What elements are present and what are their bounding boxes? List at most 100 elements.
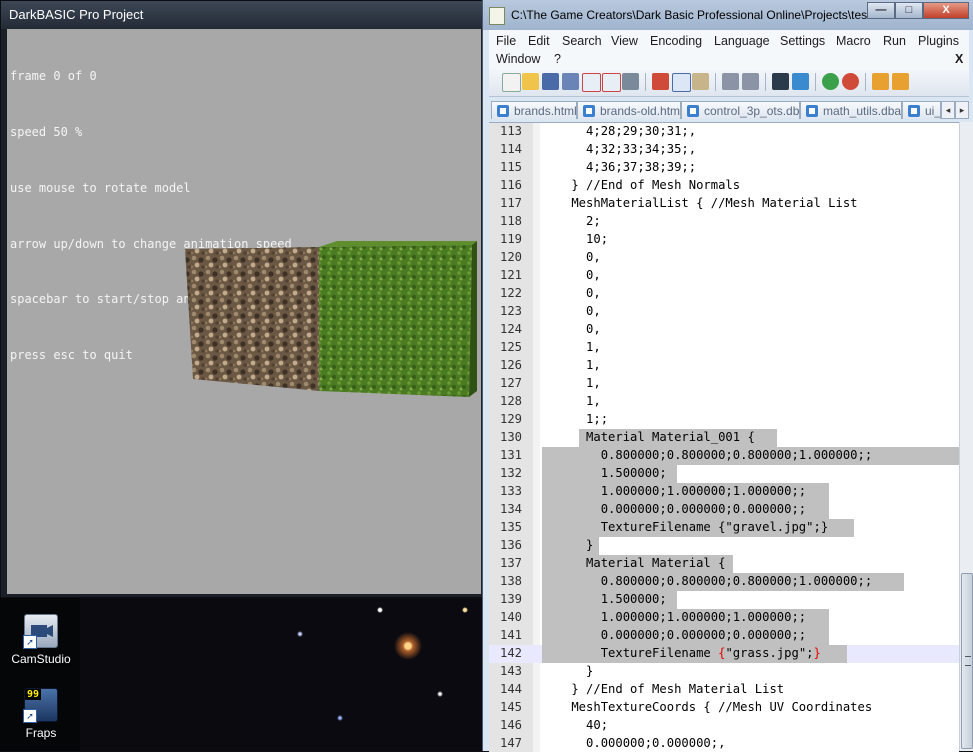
- menu-help[interactable]: ?: [554, 52, 561, 66]
- code-text: 40;: [542, 718, 609, 732]
- camstudio-icon: ➚: [23, 614, 58, 649]
- open-file-icon[interactable]: [522, 73, 539, 90]
- line-number: 142: [499, 646, 522, 660]
- code-line[interactable]: 131 0.800000;0.800000;0.800000;1.000000;…: [489, 447, 959, 465]
- code-line[interactable]: 137 Material Material {: [489, 555, 959, 573]
- code-line[interactable]: 115 4;36;37;38;39;;: [489, 159, 959, 177]
- code-line[interactable]: 134 0.000000;0.000000;0.000000;;: [489, 501, 959, 519]
- code-line[interactable]: 123 0,: [489, 303, 959, 321]
- menu-language[interactable]: Language: [714, 34, 770, 48]
- paste-icon[interactable]: [692, 73, 709, 90]
- code-line[interactable]: 138 0.800000;0.800000;0.800000;1.000000;…: [489, 573, 959, 591]
- textured-box-model[interactable]: [177, 241, 477, 401]
- code-line[interactable]: 135 TextureFilename {"gravel.jpg";}: [489, 519, 959, 537]
- find-icon[interactable]: [772, 73, 789, 90]
- new-file-icon[interactable]: [502, 73, 521, 92]
- redo-icon[interactable]: [742, 73, 759, 90]
- code-line[interactable]: 133 1.000000;1.000000;1.000000;;: [489, 483, 959, 501]
- undo-icon[interactable]: [722, 73, 739, 90]
- code-line[interactable]: 130 Material Material_001 {: [489, 429, 959, 447]
- code-line[interactable]: 121 0,: [489, 267, 959, 285]
- tab-control-3p-ots[interactable]: control_3p_ots.dba: [681, 101, 800, 119]
- code-line[interactable]: 119 10;: [489, 231, 959, 249]
- code-line[interactable]: 124 0,: [489, 321, 959, 339]
- window-title: DarkBASIC Pro Project: [1, 1, 484, 29]
- code-line[interactable]: 140 1.000000;1.000000;1.000000;;: [489, 609, 959, 627]
- minimize-button[interactable]: —: [867, 2, 895, 19]
- code-line[interactable]: 145 MeshTextureCoords { //Mesh UV Coordi…: [489, 699, 959, 717]
- menu-file[interactable]: File: [496, 34, 516, 48]
- save-all-icon[interactable]: [562, 73, 579, 90]
- code-line[interactable]: 147 0.000000;0.000000;,: [489, 735, 959, 752]
- menu-plugins[interactable]: Plugins: [918, 34, 959, 48]
- zoom-in-icon[interactable]: [822, 73, 839, 90]
- menu-search[interactable]: Search: [562, 34, 602, 48]
- code-line[interactable]: 120 0,: [489, 249, 959, 267]
- code-line[interactable]: 113 4;28;29;30;31;,: [489, 123, 959, 141]
- save-icon[interactable]: [542, 73, 559, 90]
- code-line[interactable]: 125 1,: [489, 339, 959, 357]
- replace-icon[interactable]: [792, 73, 809, 90]
- code-line[interactable]: 129 1;;: [489, 411, 959, 429]
- code-line[interactable]: 139 1.500000;: [489, 591, 959, 609]
- line-number: 135: [499, 520, 522, 534]
- desktop: ➚ CamStudio 99 ➚ Fraps: [0, 598, 485, 751]
- tab-brands-old-html[interactable]: brands-old.html: [577, 101, 681, 119]
- code-text: 1,: [542, 340, 601, 354]
- scrollbar-thumb[interactable]: [961, 573, 973, 749]
- line-number: 128: [499, 394, 522, 408]
- menu-run[interactable]: Run: [883, 34, 906, 48]
- fraps-icon: 99 ➚: [23, 688, 58, 723]
- code-line[interactable]: 127 1,: [489, 375, 959, 393]
- code-line[interactable]: 141 0.000000;0.000000;0.000000;;: [489, 627, 959, 645]
- code-line[interactable]: 144 } //End of Mesh Material List: [489, 681, 959, 699]
- code-line[interactable]: 132 1.500000;: [489, 465, 959, 483]
- code-text: 1.000000;1.000000;1.000000;;: [542, 610, 807, 624]
- code-line[interactable]: 118 2;: [489, 213, 959, 231]
- word-wrap-icon[interactable]: [892, 73, 909, 90]
- tab-ui[interactable]: ui_c: [902, 101, 941, 119]
- code-line[interactable]: 128 1,: [489, 393, 959, 411]
- code-line[interactable]: 114 4;32;33;34;35;,: [489, 141, 959, 159]
- line-number: 124: [499, 322, 522, 336]
- code-line[interactable]: 136 }: [489, 537, 959, 555]
- copy-icon[interactable]: [672, 73, 691, 92]
- sync-scroll-icon[interactable]: [872, 73, 889, 90]
- tab-scroll-left-button[interactable]: ◂: [941, 101, 955, 119]
- close-document-button[interactable]: X: [955, 52, 963, 66]
- code-text: 1.000000;1.000000;1.000000;;: [542, 484, 807, 498]
- code-line[interactable]: 116 } //End of Mesh Normals: [489, 177, 959, 195]
- desktop-icon-fraps[interactable]: 99 ➚ Fraps: [6, 688, 76, 740]
- desktop-icon-camstudio[interactable]: ➚ CamStudio: [6, 614, 76, 666]
- menu-macro[interactable]: Macro: [836, 34, 871, 48]
- vertical-scrollbar[interactable]: [959, 122, 973, 751]
- close-all-icon[interactable]: [602, 73, 621, 92]
- tab-math-utils[interactable]: math_utils.dba: [800, 101, 902, 119]
- darkbasic-window[interactable]: DarkBASIC Pro Project frame 0 of 0 speed…: [0, 0, 485, 598]
- close-button[interactable]: X: [923, 2, 969, 19]
- code-line[interactable]: 146 40;: [489, 717, 959, 735]
- code-line[interactable]: 117 MeshMaterialList { //Mesh Material L…: [489, 195, 959, 213]
- code-line[interactable]: 122 0,: [489, 285, 959, 303]
- title-bar[interactable]: C:\The Game Creators\Dark Basic Professi…: [483, 0, 973, 30]
- code-line[interactable]: 142 TextureFilename {"grass.jpg";}: [489, 645, 959, 663]
- menu-edit[interactable]: Edit: [528, 34, 550, 48]
- tab-brands-html[interactable]: brands.html: [491, 101, 577, 119]
- menu-window[interactable]: Window: [496, 52, 540, 66]
- code-line[interactable]: 126 1,: [489, 357, 959, 375]
- notepad-plus-plus-window[interactable]: C:\The Game Creators\Dark Basic Professi…: [482, 0, 973, 752]
- code-text: MeshTextureCoords { //Mesh UV Coordinate…: [542, 700, 873, 714]
- code-editor[interactable]: 113 4;28;29;30;31;, 114 4;32;33;34;35;, 11…: [489, 122, 959, 752]
- print-icon[interactable]: [622, 73, 639, 90]
- zoom-out-icon[interactable]: [842, 73, 859, 90]
- cut-icon[interactable]: [652, 73, 669, 90]
- code-text: 0,: [542, 322, 601, 336]
- maximize-button[interactable]: □: [895, 2, 923, 19]
- menu-settings[interactable]: Settings: [780, 34, 825, 48]
- close-file-icon[interactable]: [582, 73, 601, 92]
- menu-view[interactable]: View: [611, 34, 638, 48]
- code-line[interactable]: 143 }: [489, 663, 959, 681]
- menu-encoding[interactable]: Encoding: [650, 34, 702, 48]
- render-viewport[interactable]: frame 0 of 0 speed 50 % use mouse to rot…: [7, 29, 481, 594]
- tab-scroll-right-button[interactable]: ▸: [955, 101, 969, 119]
